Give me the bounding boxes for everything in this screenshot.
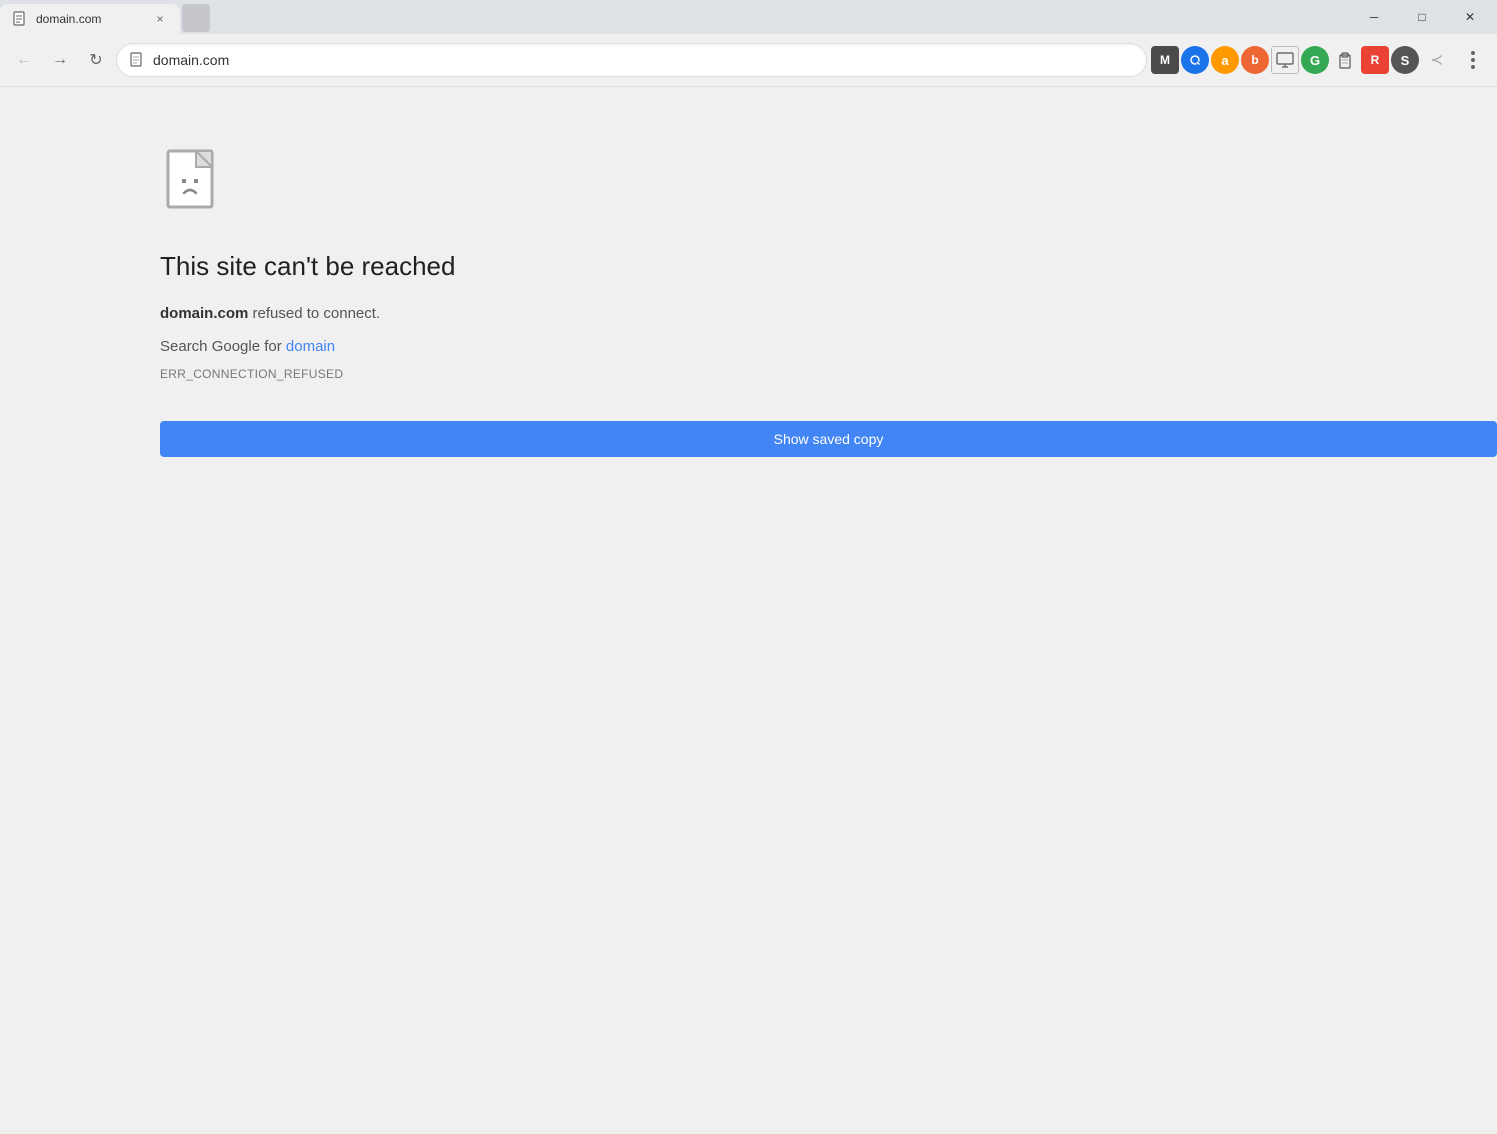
toolbar-extensions: M a b G [1151,44,1453,76]
error-title: This site can't be reached [160,251,1497,282]
extension-screen-button[interactable] [1271,46,1299,74]
extensions-arrow-button[interactable]: ≺ [1421,44,1453,76]
error-refused-text: refused to connect. [248,305,380,322]
q-icon [1187,52,1203,68]
reload-button[interactable]: ↻ [80,44,112,76]
extension-amazon-button[interactable]: a [1211,46,1239,74]
error-body: domain.com refused to connect. [160,302,1497,326]
menu-dots-icon [1471,51,1475,69]
window-controls: ─ □ ✕ [1347,0,1497,34]
back-icon: ← [16,51,32,69]
forward-icon: → [52,51,68,69]
google-search-line: Search Google for domain [160,338,1497,355]
title-bar: domain.com × ─ □ ✕ [0,0,1497,34]
extension-q-button[interactable] [1181,46,1209,74]
clipboard-icon [1337,51,1353,69]
show-saved-copy-button[interactable]: Show saved copy [160,421,1497,457]
extension-s-button[interactable]: S [1391,46,1419,74]
search-prefix: Search Google for [160,338,286,355]
error-domain: domain.com [160,305,248,322]
tab-label: domain.com [36,12,144,26]
reload-icon: ↻ [89,50,102,70]
extension-r-button[interactable]: R [1361,46,1389,74]
back-button[interactable]: ← [8,44,40,76]
extension-g-button[interactable]: G [1301,46,1329,74]
tab-strip: domain.com × [0,0,1347,34]
address-input[interactable] [153,52,1134,68]
extension-clipboard-button[interactable] [1331,46,1359,74]
error-code: ERR_CONNECTION_REFUSED [160,367,1497,381]
search-link[interactable]: domain [286,338,335,355]
tab-page-icon [12,11,28,27]
page-content: This site can't be reached domain.com re… [0,87,1497,1134]
amazon-icon: a [1221,53,1228,68]
screen-icon [1276,52,1294,68]
browser-window: domain.com × ─ □ ✕ ← → ↻ [0,0,1497,1134]
toolbar: ← → ↻ M [0,34,1497,86]
extension-m-button[interactable]: M [1151,46,1179,74]
new-tab-button[interactable] [182,4,210,32]
tab-close-button[interactable]: × [152,11,168,27]
maximize-button[interactable]: □ [1399,2,1445,32]
forward-button[interactable]: → [44,44,76,76]
extension-b-button[interactable]: b [1241,46,1269,74]
b-icon: b [1251,53,1258,67]
close-button[interactable]: ✕ [1447,2,1493,32]
page-icon [129,52,145,68]
error-page-icon [160,147,232,219]
address-bar-container[interactable] [116,43,1147,77]
active-tab[interactable]: domain.com × [0,4,180,34]
minimize-button[interactable]: ─ [1351,2,1397,32]
chrome-menu-button[interactable] [1457,44,1489,76]
